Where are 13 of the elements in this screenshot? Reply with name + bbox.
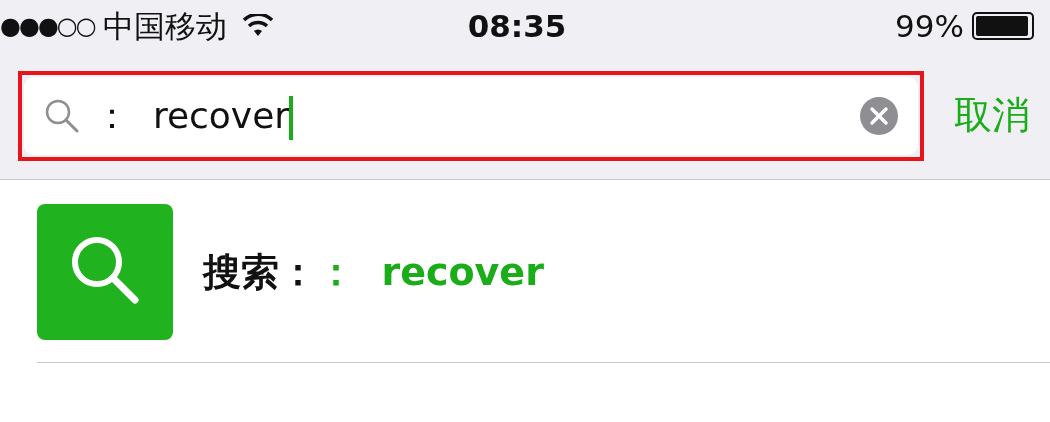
search-text: ： recover: [94, 94, 290, 136]
search-icon: [37, 204, 173, 340]
battery-icon: [972, 12, 1034, 40]
clock-time: 08:35: [467, 6, 567, 46]
text-cursor: [289, 95, 294, 140]
search-suggestion[interactable]: 搜索：： recover: [203, 243, 544, 301]
search-icon: [44, 97, 80, 134]
search-field[interactable]: ： recover: [24, 76, 918, 155]
wifi-icon: [242, 14, 273, 38]
clear-icon[interactable]: [860, 96, 898, 135]
signal-strength: ●●●○○: [0, 11, 95, 42]
battery-percentage: 99%: [895, 6, 964, 46]
carrier-name: 中国移动: [102, 6, 227, 46]
